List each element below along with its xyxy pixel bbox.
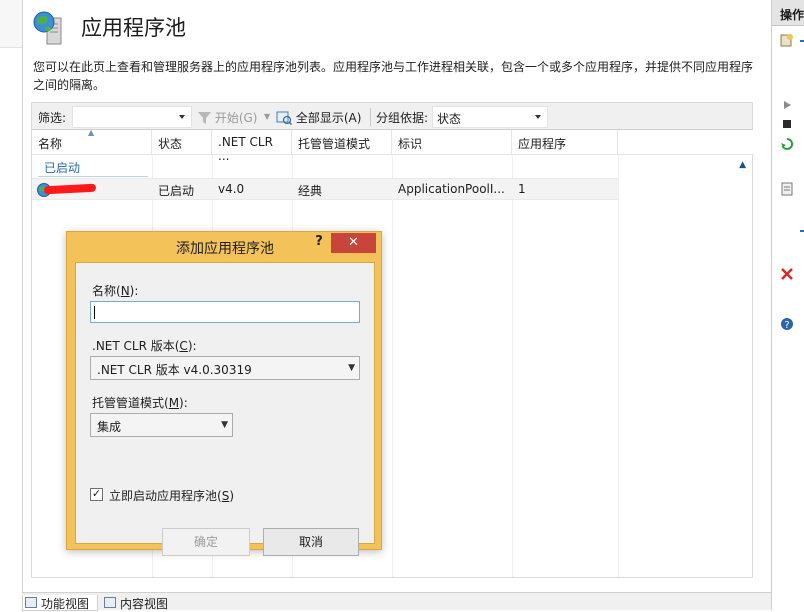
cell-applications: 1: [518, 182, 526, 196]
start-immediately-label[interactable]: 立即启动应用程序池(S): [109, 487, 234, 504]
chevron-down-icon: ▼: [221, 420, 228, 430]
start-filter-label: 开始(G): [214, 111, 258, 125]
sort-ascending-icon: ▲: [88, 128, 95, 137]
collapse-group-icon[interactable]: ▲: [739, 160, 746, 170]
column-header-label: 应用程序: [518, 137, 567, 151]
chevron-down-icon: [179, 115, 185, 119]
action-link[interactable]: [800, 230, 804, 232]
group-by-select[interactable]: 状态: [432, 106, 548, 128]
start-filter-button[interactable]: 开始(G): [198, 109, 258, 126]
column-divider: [512, 155, 513, 577]
ok-button[interactable]: 确定: [162, 528, 250, 556]
redacted-name: [43, 183, 97, 195]
pipeline-mode-label: 托管管道模式(M):: [92, 396, 188, 410]
svg-text:?: ?: [784, 320, 789, 331]
features-view-icon: [25, 597, 37, 608]
cell-status: 已启动: [158, 184, 195, 198]
actions-pane: 操作 ?: [771, 0, 804, 610]
list-header: ▲ 名称 状态 .NET CLR ... 托管管道模式 标识 应用程序: [32, 128, 754, 163]
group-by-value: 状态: [437, 112, 462, 126]
column-header-status[interactable]: 状态: [152, 130, 212, 155]
left-panel-header: [0, 0, 22, 48]
view-tabs: 功能视图 内容视图: [22, 592, 771, 611]
table-row[interactable]: 已启动 v4.0 经典 ApplicationPoolI... 1: [32, 178, 618, 200]
column-header-label: 托管管道模式: [298, 137, 371, 151]
funnel-icon: [198, 112, 211, 124]
group-header[interactable]: 已启动 ▲: [32, 156, 754, 178]
add-pool-icon[interactable]: [780, 33, 794, 47]
column-divider: [618, 155, 619, 577]
tab-content-view[interactable]: 内容视图: [102, 595, 182, 611]
cell-pipeline-mode: 经典: [298, 184, 323, 198]
column-header-label: 状态: [158, 137, 183, 151]
stop-icon[interactable]: [780, 117, 794, 131]
filter-input[interactable]: [72, 106, 192, 128]
close-button[interactable]: ✕: [331, 233, 376, 253]
help-button[interactable]: ?: [307, 234, 331, 254]
actions-header: 操作: [772, 0, 804, 26]
pipeline-mode-select[interactable]: 集成 ▼: [90, 413, 233, 437]
close-icon: ✕: [348, 235, 359, 250]
clr-version-value: .NET CLR 版本 v4.0.30319: [97, 363, 252, 377]
left-panel-edge: [0, 0, 22, 610]
toolbar-divider: [370, 108, 371, 126]
tab-label: 功能视图: [41, 597, 90, 611]
recycle-icon[interactable]: [780, 137, 794, 151]
filter-toolbar: 筛选: 开始(G) ▼ 全部显示(A) 分组依据: 状态: [31, 102, 753, 130]
page-description: 您可以在此页上查看和管理服务器上的应用程序池列表。应用程序池与工作进程相关联，包…: [33, 60, 754, 92]
text-cursor: [94, 306, 95, 319]
start-immediately-checkbox[interactable]: ✓: [90, 488, 103, 501]
tab-features-view[interactable]: 功能视图: [22, 595, 98, 611]
pipeline-mode-value: 集成: [97, 420, 122, 434]
dialog-body: 名称(N): .NET CLR 版本(C): .NET CLR 版本 v4.0.…: [75, 262, 375, 556]
show-all-label: 全部显示(A): [295, 111, 362, 125]
group-by-label: 分组依据:: [376, 111, 429, 125]
page-title: 应用程序池: [81, 16, 186, 40]
app-pool-icon: [33, 11, 62, 45]
column-header-applications[interactable]: 应用程序: [512, 130, 618, 155]
add-app-pool-dialog: 添加应用程序池 ? ✕ 名称(N): .NET CLR 版本(C): .NET …: [66, 231, 382, 556]
cancel-button[interactable]: 取消: [263, 528, 359, 556]
name-field[interactable]: [90, 301, 360, 323]
group-underline: [38, 176, 148, 177]
delete-icon[interactable]: [780, 267, 794, 281]
column-header-name[interactable]: ▲ 名称: [32, 128, 152, 155]
column-divider: [392, 155, 393, 577]
column-header-label: 标识: [398, 137, 423, 151]
cell-clr-version: v4.0: [218, 182, 245, 196]
action-link[interactable]: [800, 40, 804, 42]
name-label: 名称(N):: [92, 284, 139, 298]
cell-identity: ApplicationPoolI...: [398, 182, 505, 196]
checkmark-icon: ✓: [91, 487, 102, 500]
column-header-identity[interactable]: 标识: [392, 130, 512, 155]
start-icon[interactable]: [780, 98, 794, 112]
group-label: 已启动: [44, 161, 81, 175]
help-icon[interactable]: ?: [780, 317, 794, 331]
column-header-clr[interactable]: .NET CLR ...: [212, 130, 292, 163]
chevron-down-icon: ▼: [348, 363, 355, 373]
filter-label: 筛选:: [38, 111, 67, 125]
column-header-pipeline[interactable]: 托管管道模式: [292, 130, 392, 155]
settings-page-icon[interactable]: [780, 182, 794, 196]
clr-version-select[interactable]: .NET CLR 版本 v4.0.30319 ▼: [90, 356, 360, 380]
column-header-label: 名称: [38, 137, 63, 151]
clr-version-label: .NET CLR 版本(C):: [92, 339, 197, 353]
show-all-icon: [276, 111, 293, 126]
tab-label: 内容视图: [120, 597, 169, 611]
start-dropdown-icon[interactable]: ▼: [264, 112, 270, 121]
content-view-icon: [104, 597, 116, 608]
show-all-button[interactable]: 全部显示(A): [276, 109, 361, 126]
chevron-down-icon: [535, 115, 541, 119]
